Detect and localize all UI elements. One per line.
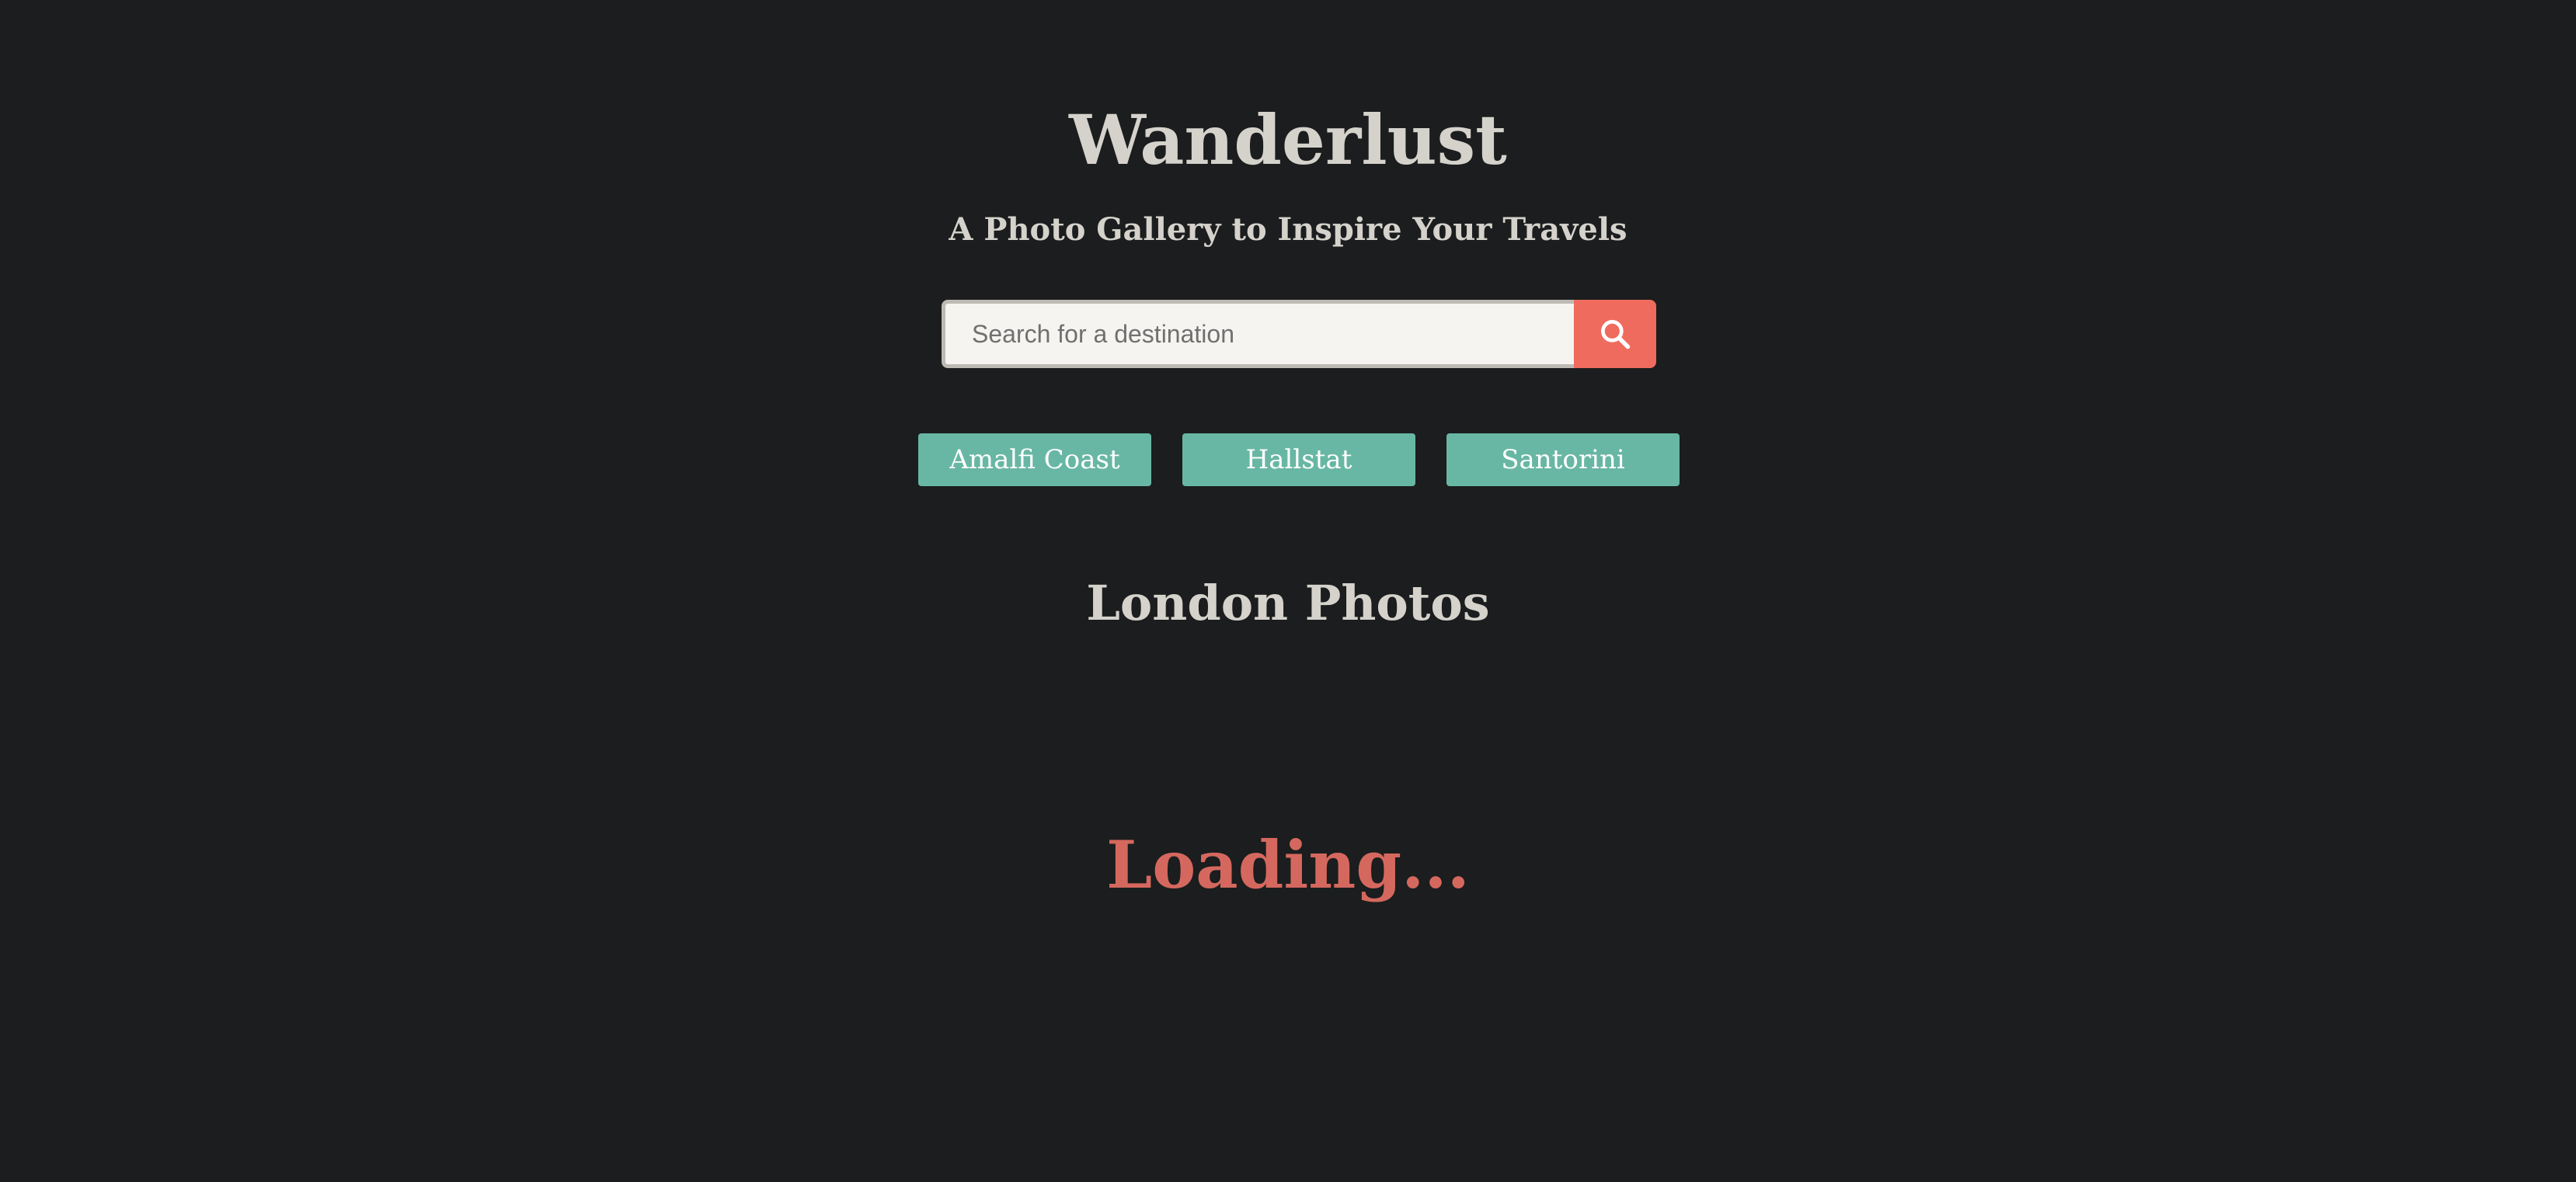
search-input[interactable]: [942, 300, 1574, 368]
site-subtitle: A Photo Gallery to Inspire Your Travels: [949, 211, 1627, 248]
destination-button-amalfi-coast[interactable]: Amalfi Coast: [918, 433, 1151, 486]
site-title: Wanderlust: [1069, 99, 1507, 180]
search-button[interactable]: [1574, 300, 1656, 368]
search-form: [942, 300, 1656, 368]
gallery-title: London Photos: [1086, 575, 1490, 631]
search-icon: [1598, 317, 1632, 351]
loading-indicator: Loading...: [1106, 826, 1470, 903]
destination-buttons: Amalfi Coast Hallstat Santorini: [918, 433, 1680, 486]
destination-button-santorini[interactable]: Santorini: [1446, 433, 1680, 486]
destination-button-hallstat[interactable]: Hallstat: [1182, 433, 1415, 486]
